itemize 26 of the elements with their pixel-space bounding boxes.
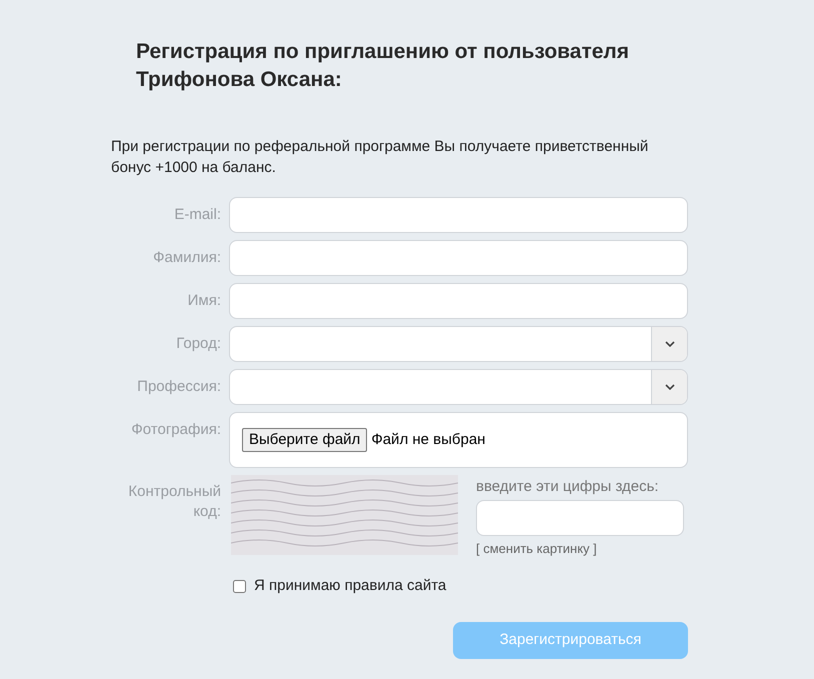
- field-label: Город:: [175, 334, 221, 354]
- text-field[interactable]: [229, 197, 688, 233]
- captcha-input[interactable]: [476, 500, 684, 536]
- page-heading: Регистрация по приглашению от пользователя Трифонова Оксана:: [136, 39, 630, 93]
- refresh-captcha-link[interactable]: [ сменить картинку ]: [476, 540, 597, 558]
- field-label: Профессия:: [136, 377, 221, 397]
- file-field[interactable]: Выберите файл Файл не выбран: [229, 412, 688, 468]
- field-label: Фотография:: [130, 420, 221, 440]
- dropdown-button[interactable]: [651, 327, 687, 361]
- agreement-checkbox[interactable]: [233, 580, 246, 592]
- choose-file-button[interactable]: Выберите файл: [242, 428, 368, 452]
- field-label: Контрольный код:: [127, 482, 221, 522]
- captcha-prompt: введите эти цифры здесь:: [476, 477, 660, 497]
- chevron-down-icon: [664, 341, 674, 347]
- dropdown-field[interactable]: [229, 369, 688, 405]
- agreement-label: Я принимаю правила сайта: [254, 576, 446, 596]
- dropdown-button[interactable]: [651, 370, 687, 404]
- text-field[interactable]: [229, 240, 688, 276]
- field-label: Имя:: [186, 291, 221, 311]
- field-label: Фамилия:: [152, 248, 221, 268]
- dropdown-field[interactable]: [229, 326, 688, 362]
- text-field[interactable]: [229, 283, 688, 319]
- chevron-down-icon: [664, 384, 674, 390]
- field-label: E-mail:: [173, 205, 221, 225]
- intro-text: При регистрации по реферальной программе Вы получаете приветственный бонус +1000 на баланс.: [111, 137, 650, 178]
- file-status-text: Файл не выбран: [371, 430, 486, 450]
